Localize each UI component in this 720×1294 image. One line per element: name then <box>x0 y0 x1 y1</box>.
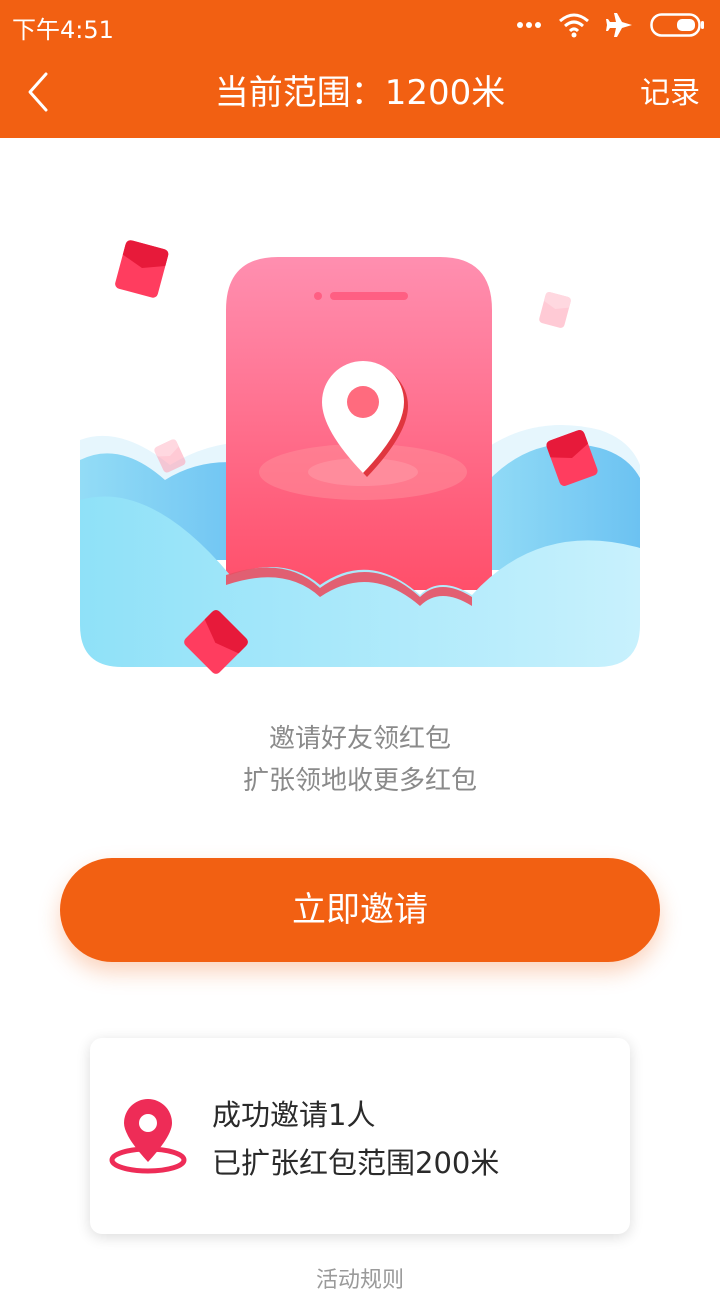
range-expanded-text: 已扩张红包范围200米 <box>212 1146 500 1180</box>
chevron-left-icon <box>28 72 48 112</box>
promo-line-2: 扩张领地收更多红包 <box>242 766 477 796</box>
promo-line-1: 邀请好友领红包 <box>268 724 451 754</box>
page-title: 当前范围：1200米 <box>214 73 506 113</box>
records-button[interactable]: 记录 <box>640 72 700 116</box>
location-pin-icon <box>109 1099 187 1174</box>
airplane-icon <box>606 13 632 37</box>
back-button[interactable] <box>18 68 70 120</box>
activity-rules-link[interactable]: 活动规则 <box>0 1262 720 1294</box>
battery-icon <box>650 13 704 37</box>
status-icons <box>516 10 706 40</box>
more-dots-icon <box>517 22 541 28</box>
invite-now-button[interactable]: 立即邀请 <box>60 858 660 962</box>
invite-count-text: 成功邀请1人 <box>212 1098 376 1132</box>
wifi-icon <box>559 13 589 38</box>
hero-illustration <box>80 230 640 680</box>
status-bar: 下午4:51 <box>0 0 720 50</box>
invite-stats-card: 成功邀请1人 已扩张红包范围200米 <box>90 1038 630 1234</box>
status-time: 下午4:51 <box>12 16 114 44</box>
nav-bar: 当前范围：1200米 记录 <box>0 50 720 138</box>
